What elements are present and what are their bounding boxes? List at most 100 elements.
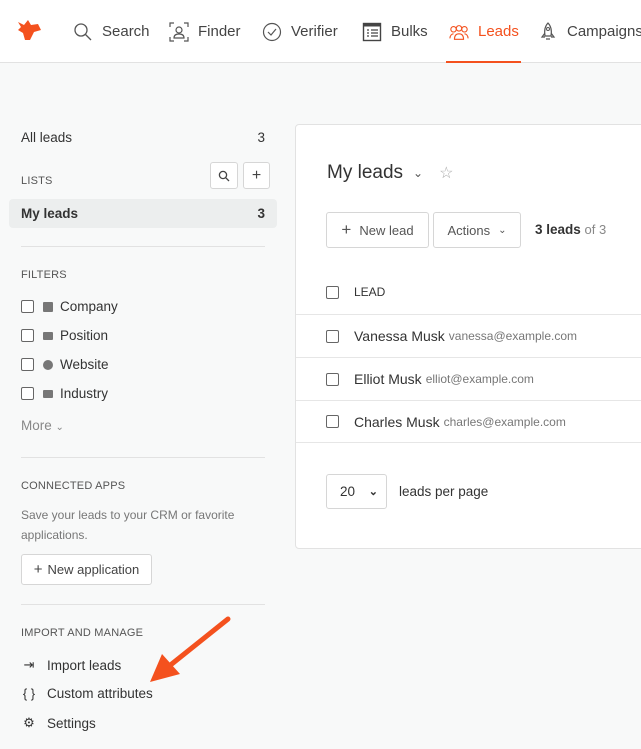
button-label: New application xyxy=(47,562,140,577)
lists-heading: LISTS xyxy=(21,175,53,187)
annotation-arrow-icon xyxy=(150,616,231,682)
divider xyxy=(21,246,265,247)
top-navigation: Search Finder Verifier Bulks Leads Campa… xyxy=(0,0,641,63)
table-row[interactable]: Vanessa Musk vanessa@example.com xyxy=(296,314,641,357)
import-icon: ⇥ xyxy=(23,657,35,672)
filters-heading: FILTERS xyxy=(21,269,67,281)
chevron-down-icon: ⌄ xyxy=(413,166,424,180)
add-list-button[interactable]: + xyxy=(243,162,270,189)
checkbox[interactable] xyxy=(21,358,34,371)
gear-icon: ⚙ xyxy=(23,715,35,730)
list-title-dropdown[interactable]: My leads ⌄ ☆ xyxy=(327,162,453,184)
connected-apps-heading: CONNECTED APPS xyxy=(21,480,126,492)
lead-name[interactable]: Charles Musk xyxy=(354,414,440,430)
filter-position[interactable]: Position xyxy=(21,328,108,343)
per-page-value: 20 xyxy=(340,484,356,499)
lead-email: elliot@example.com xyxy=(425,372,534,386)
plus-icon: + xyxy=(341,220,352,239)
search-icon xyxy=(74,22,92,40)
list-icon xyxy=(362,22,382,41)
filter-label: Position xyxy=(60,328,109,343)
table-header: LEAD xyxy=(326,285,385,299)
leads-panel: My leads ⌄ ☆ + New lead Actions ⌄ 3 leads … xyxy=(295,124,641,549)
list-count: 3 xyxy=(257,206,265,221)
table-row[interactable]: Elliot Musk elliot@example.com xyxy=(296,357,641,400)
actions-dropdown[interactable]: Actions ⌄ xyxy=(433,212,521,248)
nav-label: Bulks xyxy=(391,23,428,40)
row-checkbox[interactable] xyxy=(326,415,339,428)
chevron-down-icon: ⌄ xyxy=(55,422,64,433)
lead-email: charles@example.com xyxy=(443,414,566,429)
nav-verifier[interactable]: Verifier xyxy=(262,0,338,63)
button-label: Actions xyxy=(447,222,491,238)
select-all-checkbox[interactable] xyxy=(326,285,339,299)
row-checkbox[interactable] xyxy=(326,372,339,386)
per-page-select[interactable]: 20 ⌄ xyxy=(326,474,387,509)
nav-finder[interactable]: Finder xyxy=(169,0,241,63)
checkbox[interactable] xyxy=(21,387,34,400)
nav-label: Campaigns xyxy=(567,23,641,40)
nav-label: Leads xyxy=(478,23,519,40)
nav-leads[interactable]: Leads xyxy=(446,0,521,63)
more-filters-button[interactable]: More ⌄ xyxy=(21,418,64,433)
factory-icon xyxy=(43,389,53,398)
list-label: My leads xyxy=(21,206,79,221)
chevron-down-icon: ⌄ xyxy=(498,224,507,236)
search-icon xyxy=(218,170,230,181)
checkbox[interactable] xyxy=(21,300,34,313)
filter-company[interactable]: Company xyxy=(21,299,118,314)
lead-count: 3 leads of 3 xyxy=(535,222,606,237)
all-leads-label: All leads xyxy=(21,130,73,145)
filter-label: Industry xyxy=(60,386,109,401)
checkbox[interactable] xyxy=(21,329,34,342)
nav-label: Search xyxy=(102,23,150,40)
chevron-down-icon: ⌄ xyxy=(368,486,378,498)
nav-campaigns[interactable]: Campaigns xyxy=(538,0,641,63)
link-label: Import leads xyxy=(47,657,122,673)
import-leads-link[interactable]: ⇥ Import leads xyxy=(21,657,122,673)
more-label: More xyxy=(21,418,52,433)
nav-label: Verifier xyxy=(291,23,338,40)
custom-attributes-link[interactable]: { } Custom attributes xyxy=(21,686,153,701)
finder-icon xyxy=(169,21,189,42)
sidebar-all-leads[interactable]: All leads 3 xyxy=(9,130,277,145)
lead-count-bold: 3 leads xyxy=(535,222,581,237)
new-application-button[interactable]: + New application xyxy=(21,554,152,585)
filter-label: Company xyxy=(60,299,118,314)
leads-icon xyxy=(449,24,469,40)
nav-search[interactable]: Search xyxy=(73,0,150,63)
nav-label: Finder xyxy=(198,23,241,40)
button-label: New lead xyxy=(359,222,414,238)
search-lists-button[interactable] xyxy=(210,162,238,189)
divider xyxy=(21,604,265,605)
link-label: Settings xyxy=(47,715,96,731)
check-circle-icon xyxy=(262,22,282,41)
lead-count-total: of 3 xyxy=(584,222,607,237)
filter-label: Website xyxy=(60,357,109,372)
braces-icon: { } xyxy=(22,686,36,701)
star-icon[interactable]: ☆ xyxy=(439,163,453,183)
per-page-label: leads per page xyxy=(399,484,489,499)
globe-icon xyxy=(43,359,53,370)
table-row[interactable]: Charles Musk charles@example.com xyxy=(296,400,641,443)
lead-name[interactable]: Vanessa Musk xyxy=(354,328,445,344)
nav-bulks[interactable]: Bulks xyxy=(362,0,428,63)
link-label: Custom attributes xyxy=(47,686,153,701)
lead-name[interactable]: Elliot Musk xyxy=(354,371,422,387)
filter-industry[interactable]: Industry xyxy=(21,386,108,401)
column-lead: LEAD xyxy=(354,285,386,299)
row-checkbox[interactable] xyxy=(326,329,339,343)
settings-link[interactable]: ⚙ Settings xyxy=(21,715,96,731)
plus-icon: + xyxy=(33,561,43,578)
connected-apps-description: Save your leads to your CRM or favorite … xyxy=(21,508,235,542)
plus-icon: + xyxy=(251,166,262,184)
list-item-my-leads[interactable]: My leads 3 xyxy=(9,199,277,228)
filter-website[interactable]: Website xyxy=(21,357,109,372)
rocket-icon xyxy=(540,21,556,40)
page-title: My leads xyxy=(327,162,404,183)
lead-email: vanessa@example.com xyxy=(448,329,578,343)
all-leads-count: 3 xyxy=(257,130,265,145)
new-lead-button[interactable]: + New lead xyxy=(326,212,429,248)
briefcase-icon xyxy=(43,331,53,340)
logo-icon[interactable] xyxy=(16,18,42,42)
